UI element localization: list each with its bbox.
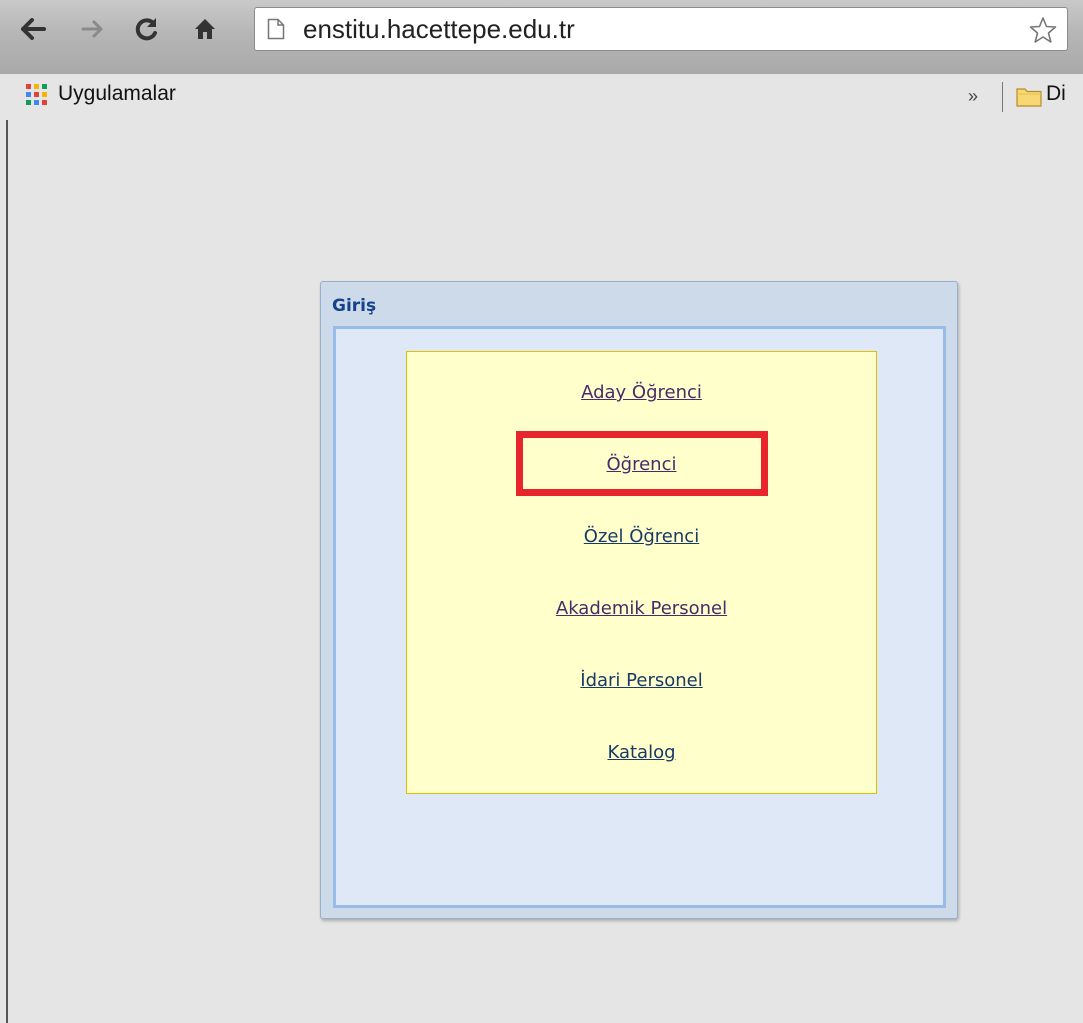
page-icon (267, 18, 285, 44)
window-edge (6, 120, 8, 1023)
link-akademik-personel[interactable]: Akademik Personel (407, 598, 876, 619)
forward-button[interactable] (76, 12, 110, 46)
link-idari-personel[interactable]: İdari Personel (407, 670, 876, 691)
login-links-box: Aday Öğrenci Öğrenci Özel Öğrenci Akadem… (406, 351, 877, 794)
star-icon[interactable] (1029, 16, 1057, 48)
back-button[interactable] (16, 12, 50, 46)
url-text: enstitu.hacettepe.edu.tr (303, 14, 575, 44)
forward-arrow-icon (80, 18, 106, 40)
panel-title: Giriş (332, 296, 377, 316)
link-aday-ogrenci[interactable]: Aday Öğrenci (407, 382, 876, 403)
apps-bookmark-label[interactable]: Uygulamalar (58, 82, 176, 106)
link-ogrenci[interactable]: Öğrenci (407, 454, 876, 475)
bookmarks-separator (1002, 82, 1003, 112)
home-icon (193, 17, 217, 41)
folder-bookmark-label[interactable]: Di (1046, 82, 1066, 106)
home-button[interactable] (188, 12, 222, 46)
navigation-bar: enstitu.hacettepe.edu.tr (0, 0, 1083, 74)
back-arrow-icon (20, 18, 46, 40)
panel-body: Aday Öğrenci Öğrenci Özel Öğrenci Akadem… (333, 326, 946, 908)
reload-icon (134, 16, 160, 42)
reload-button[interactable] (130, 12, 164, 46)
browser-toolbar: enstitu.hacettepe.edu.tr Uygulamalar » D… (0, 0, 1083, 112)
link-ozel-ogrenci[interactable]: Özel Öğrenci (407, 526, 876, 547)
link-katalog[interactable]: Katalog (407, 742, 876, 763)
bookmarks-overflow-button[interactable]: » (968, 86, 978, 107)
address-bar[interactable]: enstitu.hacettepe.edu.tr (254, 7, 1068, 51)
apps-grid-icon[interactable] (26, 84, 48, 106)
folder-icon[interactable] (1016, 86, 1042, 112)
login-panel: Giriş Aday Öğrenci Öğrenci Özel Öğrenci … (320, 281, 958, 919)
bookmarks-bar: Uygulamalar » Di (0, 74, 1083, 120)
